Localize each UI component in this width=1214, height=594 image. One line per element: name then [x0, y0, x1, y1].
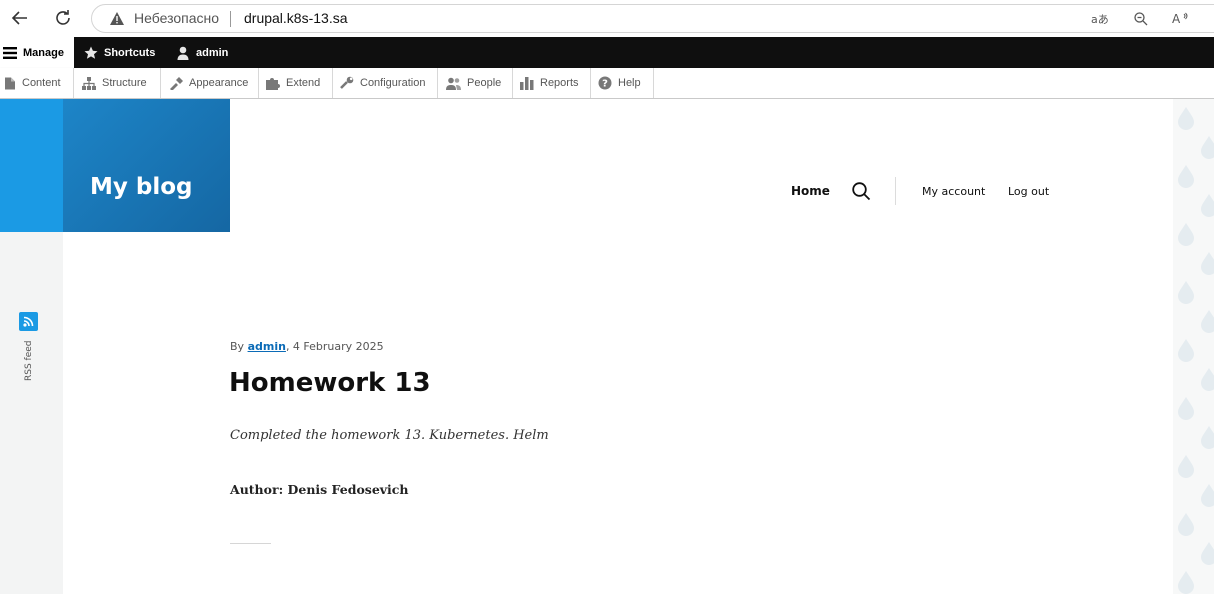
help-icon: ? — [598, 76, 612, 90]
tray-label-appearance: Appearance — [189, 77, 249, 89]
manage-tab[interactable]: Manage — [0, 37, 74, 68]
wrench-icon — [340, 76, 354, 89]
document-icon — [5, 77, 15, 89]
translate-icon[interactable]: aあ — [1091, 10, 1109, 28]
user-label: admin — [196, 46, 229, 59]
bar-chart-icon — [520, 77, 534, 90]
shortcuts-tab[interactable]: Shortcuts — [84, 37, 155, 68]
back-button[interactable] — [5, 3, 35, 33]
svg-text:aあ: aあ — [1091, 13, 1109, 26]
url-divider — [230, 11, 231, 27]
tray-item-appearance[interactable]: Appearance — [161, 68, 259, 98]
url-text[interactable]: drupal.k8s-13.sa — [244, 10, 348, 26]
user-icon — [177, 46, 189, 60]
read-aloud-icon[interactable]: A — [1172, 10, 1190, 28]
left-rail-accent — [0, 99, 63, 232]
article-meta: By admin, 4 February 2025 — [230, 340, 384, 353]
tray-item-help[interactable]: ? Help — [591, 68, 654, 98]
paintbrush-icon — [170, 76, 183, 90]
tray-label-reports: Reports — [540, 77, 579, 89]
manage-label: Manage — [23, 46, 64, 59]
tray-label-extend: Extend — [286, 77, 321, 89]
tray-label-help: Help — [618, 77, 641, 89]
admin-toolbar: Manage Shortcuts admin — [0, 37, 1214, 68]
nav-home-link[interactable]: Home — [791, 184, 830, 198]
rss-feed-label[interactable]: RSS feed — [24, 341, 34, 382]
tray-item-reports[interactable]: Reports — [513, 68, 591, 98]
search-button[interactable] — [851, 181, 871, 201]
sitemap-icon — [82, 76, 96, 90]
meta-date: , 4 February 2025 — [285, 340, 384, 353]
zoom-icon[interactable] — [1132, 10, 1150, 28]
reload-button[interactable] — [48, 3, 78, 33]
decorative-rail — [1173, 99, 1214, 594]
address-bar[interactable]: Небезопасно drupal.k8s-13.sa aあ A — [91, 4, 1214, 33]
svg-text:A: A — [1172, 12, 1181, 26]
rss-feed-button[interactable] — [19, 312, 38, 331]
tray-label-structure: Structure — [102, 77, 147, 89]
arrow-left-icon — [11, 11, 27, 25]
article-divider — [230, 543, 271, 544]
star-icon — [84, 46, 98, 59]
tray-item-people[interactable]: People — [438, 68, 513, 98]
site-branding[interactable]: My blog — [63, 99, 230, 232]
tray-item-extend[interactable]: Extend — [259, 68, 333, 98]
tray-item-structure[interactable]: Structure — [74, 68, 161, 98]
tray-label-content: Content — [22, 77, 61, 89]
tray-label-people: People — [467, 77, 502, 89]
site-name[interactable]: My blog — [90, 174, 193, 200]
article-title[interactable]: Homework 13 — [229, 368, 431, 398]
hamburger-icon — [3, 46, 17, 59]
browser-toolbar: Небезопасно drupal.k8s-13.sa aあ A — [0, 0, 1214, 37]
user-tab[interactable]: admin — [176, 37, 228, 68]
tray-item-configuration[interactable]: Configuration — [333, 68, 438, 98]
tray-item-content[interactable]: Content — [0, 68, 74, 98]
drupal-drop-pattern-icon — [1178, 107, 1214, 594]
article-author-line: Author: Denis Fedosevich — [230, 482, 409, 497]
nav-my-account-link[interactable]: My account — [922, 185, 985, 198]
search-icon — [852, 182, 871, 201]
author-link[interactable]: admin — [248, 340, 286, 353]
rss-icon — [23, 316, 34, 327]
warning-icon[interactable] — [109, 11, 125, 27]
chevron-icon[interactable] — [1210, 10, 1214, 28]
insecure-label[interactable]: Небезопасно — [134, 10, 219, 26]
meta-by: By — [230, 340, 248, 353]
article-summary: Completed the homework 13. Kubernetes. H… — [230, 428, 549, 443]
nav-divider — [895, 177, 896, 205]
svg-text:?: ? — [602, 79, 608, 90]
shortcuts-label: Shortcuts — [104, 46, 156, 59]
reload-icon — [56, 10, 70, 25]
people-icon — [446, 77, 461, 90]
tray-label-configuration: Configuration — [360, 77, 426, 89]
admin-tray: Content Structure Appearance Extend Conf… — [0, 68, 1214, 99]
nav-logout-link[interactable]: Log out — [1008, 185, 1049, 198]
puzzle-icon — [266, 77, 280, 90]
